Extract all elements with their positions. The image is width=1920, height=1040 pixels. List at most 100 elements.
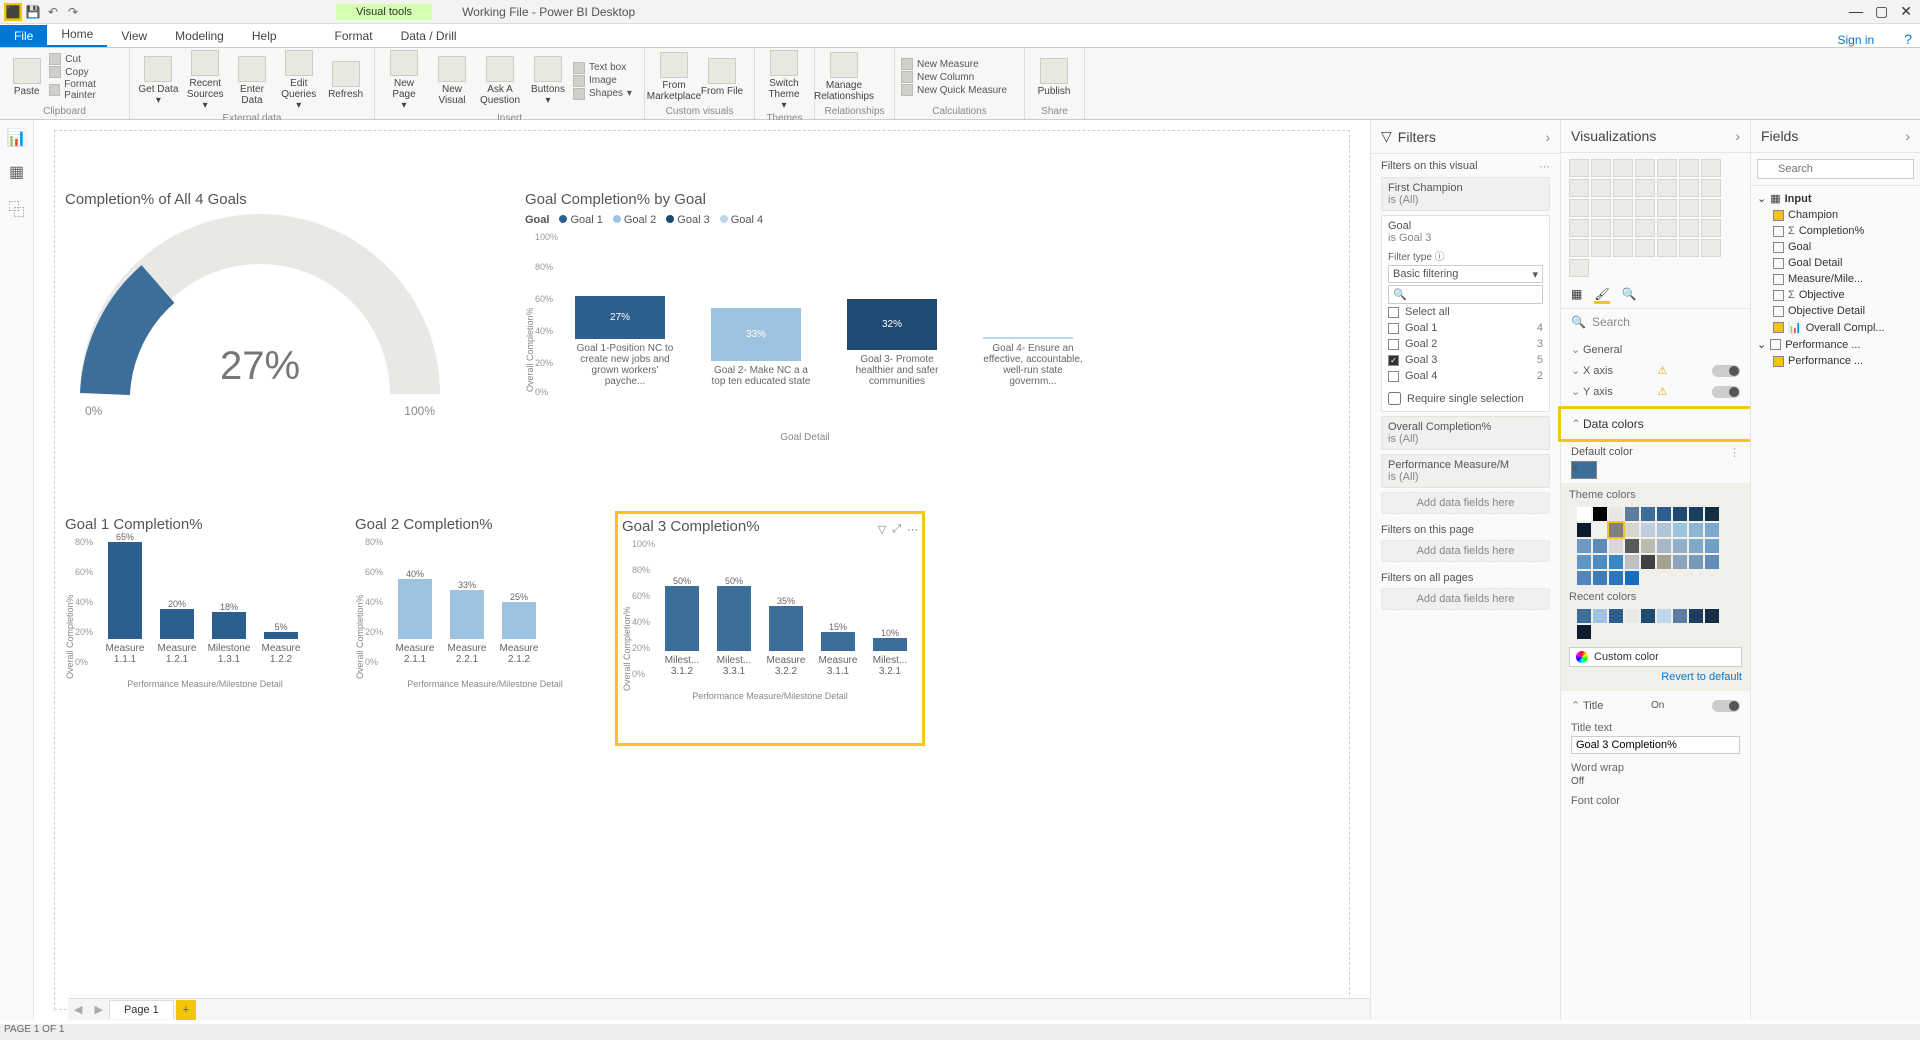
manage-relationships-button[interactable]: Manage Relationships (821, 52, 867, 102)
field-item[interactable]: 📊Overall Compl... (1757, 319, 1914, 336)
theme-color-swatch[interactable] (1577, 507, 1591, 521)
theme-color-swatch[interactable] (1593, 539, 1607, 553)
theme-color-swatch[interactable] (1673, 523, 1687, 537)
model-view-icon[interactable]: ⿻ (8, 196, 24, 220)
add-all-filter[interactable]: Add data fields here (1381, 588, 1550, 610)
tab-help[interactable]: Help (238, 25, 291, 47)
theme-color-swatch[interactable] (1625, 555, 1639, 569)
filter-card-goal[interactable]: Goal is Goal 3 Filter type ⓘ Basic filte… (1381, 215, 1550, 412)
filter-search[interactable]: 🔍 (1388, 285, 1543, 304)
viz-type-icon[interactable] (1635, 159, 1655, 177)
goal1-chart[interactable]: Goal 1 Completion% Overall Completion% 0… (65, 516, 345, 689)
cut-button[interactable]: Cut (49, 53, 123, 65)
theme-color-swatch[interactable] (1593, 523, 1607, 537)
field-item[interactable]: Measure/Mile... (1757, 271, 1914, 287)
field-item[interactable]: Performance ... (1757, 353, 1914, 369)
close-icon[interactable]: ✕ (1900, 3, 1912, 20)
viz-type-icon[interactable] (1569, 239, 1589, 257)
field-item[interactable]: ΣObjective (1757, 287, 1914, 303)
viz-type-icon[interactable] (1701, 179, 1721, 197)
viz-type-icon[interactable] (1635, 239, 1655, 257)
filter-option-checkbox[interactable] (1388, 307, 1399, 318)
theme-color-swatch[interactable] (1657, 507, 1671, 521)
add-page-filter[interactable]: Add data fields here (1381, 540, 1550, 562)
textbox-button[interactable]: Text box (573, 62, 632, 74)
viz-type-icon[interactable] (1701, 219, 1721, 237)
field-item[interactable]: ⌄Performance ... (1757, 336, 1914, 353)
recent-color-swatch[interactable] (1577, 609, 1591, 623)
recent-sources-button[interactable]: Recent Sources▾ (183, 50, 228, 111)
viz-type-icon[interactable] (1613, 219, 1633, 237)
theme-color-swatch[interactable] (1625, 539, 1639, 553)
title-text-input[interactable] (1571, 736, 1740, 754)
more-icon[interactable]: ⋯ (907, 523, 918, 536)
viz-type-icon[interactable] (1613, 239, 1633, 257)
switch-theme-button[interactable]: Switch Theme▾ (761, 50, 807, 111)
undo-icon[interactable]: ↶ (44, 3, 62, 21)
ask-question-button[interactable]: Ask A Question (477, 56, 523, 106)
theme-color-swatch[interactable] (1657, 539, 1671, 553)
recent-color-swatch[interactable] (1609, 609, 1623, 623)
theme-color-swatch[interactable] (1673, 507, 1687, 521)
theme-color-swatch[interactable] (1673, 555, 1687, 569)
redo-icon[interactable]: ↷ (64, 3, 82, 21)
viz-type-icon[interactable] (1657, 239, 1677, 257)
viz-type-icon[interactable] (1569, 199, 1589, 217)
viz-type-icon[interactable] (1657, 199, 1677, 217)
custom-color-button[interactable]: Custom color (1569, 647, 1742, 667)
new-measure-button[interactable]: New Measure (901, 58, 1007, 70)
viz-type-icon[interactable] (1657, 159, 1677, 177)
format-xaxis[interactable]: ⌄X axis⚠ (1571, 360, 1740, 381)
buttons-button[interactable]: Buttons▾ (525, 56, 571, 106)
minimize-icon[interactable]: ― (1849, 3, 1863, 20)
tab-file[interactable]: File (0, 25, 47, 47)
add-visual-filter[interactable]: Add data fields here (1381, 492, 1550, 514)
viz-type-icon[interactable] (1679, 159, 1699, 177)
viz-type-icon[interactable] (1679, 179, 1699, 197)
enter-data-button[interactable]: Enter Data (230, 56, 275, 106)
viz-type-icon[interactable] (1701, 239, 1721, 257)
theme-color-swatch[interactable] (1641, 555, 1655, 569)
from-file-button[interactable]: From File (699, 58, 745, 97)
viz-type-icon[interactable] (1569, 159, 1589, 177)
publish-button[interactable]: Publish (1031, 58, 1077, 97)
filter-card-champion[interactable]: First Champion is (All) (1381, 177, 1550, 211)
recent-color-swatch[interactable] (1625, 609, 1639, 623)
quick-measure-button[interactable]: New Quick Measure (901, 84, 1007, 96)
theme-color-swatch[interactable] (1625, 507, 1639, 521)
data-view-icon[interactable]: ▦ (9, 162, 24, 182)
viz-type-icon[interactable] (1569, 219, 1589, 237)
viz-type-icon[interactable] (1635, 199, 1655, 217)
viz-type-icon[interactable] (1613, 179, 1633, 197)
theme-color-swatch[interactable] (1641, 539, 1655, 553)
theme-color-swatch[interactable] (1705, 539, 1719, 553)
help-icon[interactable]: ? (1904, 31, 1920, 47)
recent-color-swatch[interactable] (1641, 609, 1655, 623)
add-page-button[interactable]: + (176, 1000, 196, 1020)
table-header[interactable]: ⌄▦Input (1757, 190, 1914, 207)
filter-option-checkbox[interactable]: ✓ (1388, 355, 1399, 366)
tab-format[interactable]: Format (321, 25, 387, 47)
format-title[interactable]: ⌃TitleOn (1571, 695, 1740, 716)
recent-color-swatch[interactable] (1705, 609, 1719, 623)
focus-icon[interactable]: ⤢ (892, 523, 901, 536)
filter-option-checkbox[interactable] (1388, 323, 1399, 334)
viz-type-icon[interactable] (1657, 179, 1677, 197)
format-general[interactable]: ⌄General (1571, 339, 1740, 360)
viz-type-icon[interactable] (1591, 239, 1611, 257)
tab-modeling[interactable]: Modeling (161, 25, 238, 47)
viz-type-icon[interactable] (1569, 179, 1589, 197)
viz-type-icon[interactable] (1591, 199, 1611, 217)
recent-color-swatch[interactable] (1593, 609, 1607, 623)
edit-queries-button[interactable]: Edit Queries▾ (276, 50, 321, 111)
goal3-chart[interactable]: Goal 3 Completion% ▽ ⤢ ⋯ Overall Complet… (615, 511, 925, 746)
viz-type-icon[interactable] (1591, 219, 1611, 237)
viz-type-icon[interactable] (1679, 219, 1699, 237)
theme-color-swatch[interactable] (1705, 507, 1719, 521)
report-view-icon[interactable]: 📊 (7, 128, 27, 148)
viz-type-icon[interactable] (1591, 179, 1611, 197)
fields-tab-icon[interactable]: ▦ (1571, 287, 1582, 304)
theme-color-swatch[interactable] (1577, 523, 1591, 537)
fields-expand-icon[interactable]: › (1905, 128, 1910, 144)
viz-type-icon[interactable] (1591, 159, 1611, 177)
